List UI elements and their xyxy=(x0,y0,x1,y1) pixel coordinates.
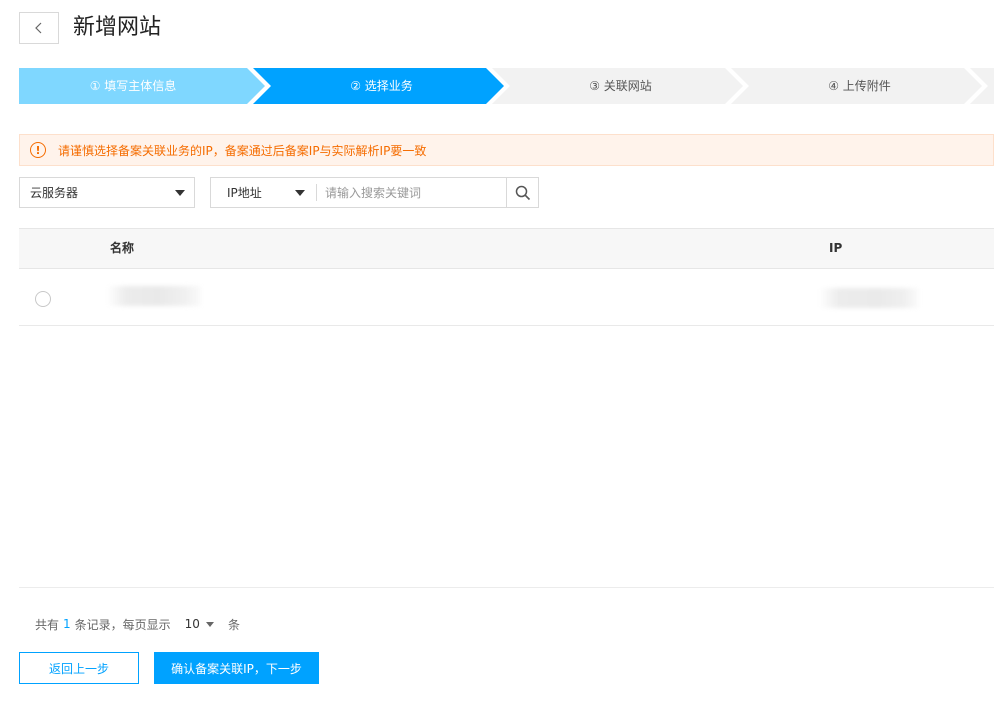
search-button[interactable] xyxy=(506,178,538,207)
total-count: 1 xyxy=(63,617,71,631)
product-select[interactable]: 云服务器 xyxy=(19,177,195,208)
search-group: IP地址 xyxy=(210,177,539,208)
table-bottom-divider xyxy=(19,587,994,588)
pager-prefix: 共有 xyxy=(35,617,60,632)
page-title: 新增网站 xyxy=(73,15,162,40)
step-4-label: ④ 上传附件 xyxy=(828,79,891,93)
chevron-left-icon xyxy=(35,22,42,34)
step-2-label: ② 选择业务 xyxy=(350,79,413,93)
search-icon xyxy=(515,185,530,200)
product-select-value: 云服务器 xyxy=(30,186,79,200)
column-header-ip: IP xyxy=(829,241,843,255)
step-3-label: ③ 关联网站 xyxy=(589,79,652,93)
caret-down-icon xyxy=(295,190,305,196)
table-header: 名称 IP xyxy=(19,228,994,269)
warning-alert: ! 请谨慎选择备案关联业务的IP，备案通过后备案IP与实际解析IP要一致 xyxy=(19,134,994,166)
page-size-value: 10 xyxy=(184,617,200,631)
pagination: 共有 1 条记录，每页显示 10 条 xyxy=(35,614,240,634)
back-button[interactable] xyxy=(19,12,59,44)
warning-circle-icon: ! xyxy=(30,142,46,158)
column-header-name: 名称 xyxy=(110,241,135,255)
search-input[interactable] xyxy=(319,180,505,205)
pager-middle: 条记录，每页显示 xyxy=(74,617,171,632)
confirm-next-button[interactable]: 确认备案关联IP，下一步 xyxy=(154,652,319,684)
redacted-ip xyxy=(819,288,919,308)
row-radio[interactable] xyxy=(35,291,51,307)
field-select[interactable]: IP地址 xyxy=(211,178,316,207)
caret-down-icon xyxy=(175,190,185,196)
step-progress: ① 填写主体信息 ② 选择业务 ③ 关联网站 ④ 上传附件 xyxy=(19,68,994,104)
search-divider xyxy=(316,184,317,201)
step-1-label: ① 填写主体信息 xyxy=(89,79,177,93)
table-row[interactable] xyxy=(19,269,994,326)
redacted-name xyxy=(107,286,201,306)
page-size-select[interactable]: 10 xyxy=(185,617,214,631)
alert-text: 请谨慎选择备案关联业务的IP，备案通过后备案IP与实际解析IP要一致 xyxy=(58,143,427,158)
caret-down-icon xyxy=(205,621,214,627)
pager-suffix: 条 xyxy=(227,617,240,632)
prev-step-button[interactable]: 返回上一步 xyxy=(19,652,139,684)
field-select-value: IP地址 xyxy=(227,186,262,200)
